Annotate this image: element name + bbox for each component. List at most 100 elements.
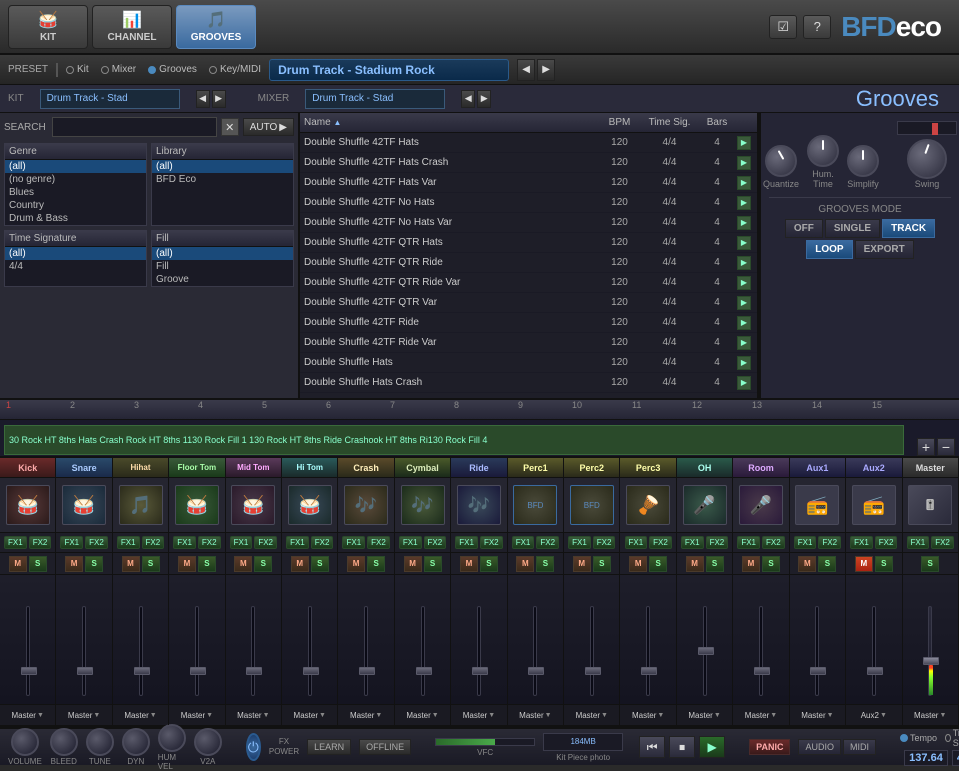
search-input[interactable] [52, 117, 217, 137]
mode-btn-track[interactable]: TRACK [882, 219, 935, 238]
ch-header-aux1[interactable]: Aux1 [790, 458, 846, 477]
fx2-perc1[interactable]: FX2 [536, 536, 559, 549]
ch-label-floortom[interactable]: Master▼ [169, 705, 225, 725]
instr-perc2[interactable]: BFD [564, 478, 620, 532]
groove-row-12[interactable]: Double Shuffle Hats Crash 120 4/4 4 ▶ [300, 373, 757, 393]
fx1-snare[interactable]: FX1 [60, 536, 83, 549]
fader-track-perc3[interactable] [646, 606, 650, 696]
play-groove-9[interactable]: ▶ [737, 316, 751, 330]
ch-header-master[interactable]: Master [903, 458, 959, 477]
groove-row-0[interactable]: Double Shuffle 42TF Hats 120 4/4 4 ▶ [300, 133, 757, 153]
solo-perc2[interactable]: S [593, 556, 611, 572]
fx2-kick[interactable]: FX2 [29, 536, 52, 549]
solo-perc3[interactable]: S [649, 556, 667, 572]
ch-header-room[interactable]: Room [733, 458, 789, 477]
solo-room[interactable]: S [762, 556, 780, 572]
mute-aux2[interactable]: M [855, 556, 873, 572]
fader-track-perc2[interactable] [590, 606, 594, 696]
humtime-knob[interactable] [807, 135, 839, 167]
solo-aux2[interactable]: S [875, 556, 893, 572]
timesig-item-all[interactable]: (all) [5, 247, 146, 260]
fx2-cymbal[interactable]: FX2 [424, 536, 447, 549]
fader-thumb-perc3[interactable] [641, 667, 657, 675]
ch-label-hitom[interactable]: Master▼ [282, 705, 338, 725]
library-item-bfdeco[interactable]: BFD Eco [152, 173, 293, 186]
tab-kit[interactable]: 🥁 KIT [8, 5, 88, 49]
ch-header-ride[interactable]: Ride [451, 458, 507, 477]
play-groove-8[interactable]: ▶ [737, 296, 751, 310]
instr-floortom[interactable]: 🥁 [169, 478, 225, 532]
mode-btn-off[interactable]: OFF [785, 219, 823, 238]
fader-thumb-hitom[interactable] [303, 667, 319, 675]
solo-floortom[interactable]: S [198, 556, 216, 572]
transport-prev-btn[interactable]: ⏮ [639, 736, 665, 758]
fader-track-aux1[interactable] [815, 606, 819, 696]
fx2-perc3[interactable]: FX2 [649, 536, 672, 549]
solo-perc1[interactable]: S [536, 556, 554, 572]
panic-btn[interactable]: PANIC [749, 739, 790, 755]
fill-item-fill[interactable]: Fill [152, 260, 293, 273]
instr-cymbal[interactable]: 🎶 [395, 478, 451, 532]
fx1-crash[interactable]: FX1 [342, 536, 365, 549]
tab-channel[interactable]: 📊 CHANNEL [92, 5, 172, 49]
offline-btn[interactable]: OFFLINE [359, 739, 411, 755]
tune-knob[interactable] [86, 728, 114, 756]
groove-row-5[interactable]: Double Shuffle 42TF QTR Hats 120 4/4 4 ▶ [300, 233, 757, 253]
fader-track-crash[interactable] [364, 606, 368, 696]
fx-power-btn[interactable]: ⏻ [246, 733, 261, 761]
instr-aux1[interactable]: 📻 [790, 478, 846, 532]
ch-label-cymbal[interactable]: Master▼ [395, 705, 451, 725]
groove-row-3[interactable]: Double Shuffle 42TF No Hats 120 4/4 4 ▶ [300, 193, 757, 213]
transport-play-btn[interactable]: ▶ [699, 736, 725, 758]
fx1-ride[interactable]: FX1 [455, 536, 478, 549]
dyn-knob[interactable] [122, 728, 150, 756]
auto-btn[interactable]: AUTO ▶ [243, 118, 294, 136]
ch-header-perc1[interactable]: Perc1 [508, 458, 564, 477]
swing-knob[interactable] [907, 139, 947, 179]
mute-kick[interactable]: M [9, 556, 27, 572]
transport-stop-btn[interactable]: ⏹ [669, 736, 695, 758]
play-groove-2[interactable]: ▶ [737, 176, 751, 190]
instr-midtom[interactable]: 🥁 [226, 478, 282, 532]
ch-label-midtom[interactable]: Master▼ [226, 705, 282, 725]
fader-track-midtom[interactable] [251, 606, 255, 696]
mute-hitom[interactable]: M [291, 556, 309, 572]
fader-thumb-midtom[interactable] [246, 667, 262, 675]
play-groove-10[interactable]: ▶ [737, 336, 751, 350]
fx2-perc2[interactable]: FX2 [593, 536, 616, 549]
fx1-floortom[interactable]: FX1 [173, 536, 196, 549]
mute-midtom[interactable]: M [234, 556, 252, 572]
fader-track-hihat[interactable] [139, 606, 143, 696]
play-groove-12[interactable]: ▶ [737, 376, 751, 390]
fader-track-oh[interactable] [703, 606, 707, 696]
ch-label-perc3[interactable]: Master▼ [620, 705, 676, 725]
ch-label-perc1[interactable]: Master▼ [508, 705, 564, 725]
fader-thumb-master[interactable] [923, 657, 939, 665]
play-groove-0[interactable]: ▶ [737, 136, 751, 150]
help-btn[interactable]: ? [803, 15, 831, 39]
mute-room[interactable]: M [742, 556, 760, 572]
groove-row-2[interactable]: Double Shuffle 42TF Hats Var 120 4/4 4 ▶ [300, 173, 757, 193]
solo-oh[interactable]: S [706, 556, 724, 572]
ch-header-oh[interactable]: OH [677, 458, 733, 477]
genre-item-drumbass[interactable]: Drum & Bass [5, 212, 146, 225]
mute-floortom[interactable]: M [178, 556, 196, 572]
fader-track-ride[interactable] [477, 606, 481, 696]
ch-header-perc3[interactable]: Perc3 [620, 458, 676, 477]
fader-track-snare[interactable] [82, 606, 86, 696]
search-clear-btn[interactable]: ✕ [221, 118, 239, 136]
midi-btn[interactable]: MIDI [843, 739, 876, 755]
preset-prev-btn[interactable]: ◀ [517, 59, 535, 81]
mute-ride[interactable]: M [460, 556, 478, 572]
preset-opt-keymidi[interactable]: Key/MIDI [209, 64, 261, 75]
mute-perc3[interactable]: M [629, 556, 647, 572]
instr-oh[interactable]: 🎤 [677, 478, 733, 532]
groove-row-10[interactable]: Double Shuffle 42TF Ride Var 120 4/4 4 ▶ [300, 333, 757, 353]
timeline-track[interactable]: 30 Rock HT 8ths Hats Crash Rock HT 8ths … [4, 425, 904, 455]
tempo-opt-tempo[interactable]: Tempo [900, 728, 937, 748]
solo-master[interactable]: S [921, 556, 939, 572]
fx2-hihat[interactable]: FX2 [142, 536, 165, 549]
col-bpm[interactable]: BPM [597, 117, 642, 128]
fx1-room[interactable]: FX1 [737, 536, 760, 549]
fader-track-perc1[interactable] [533, 606, 537, 696]
